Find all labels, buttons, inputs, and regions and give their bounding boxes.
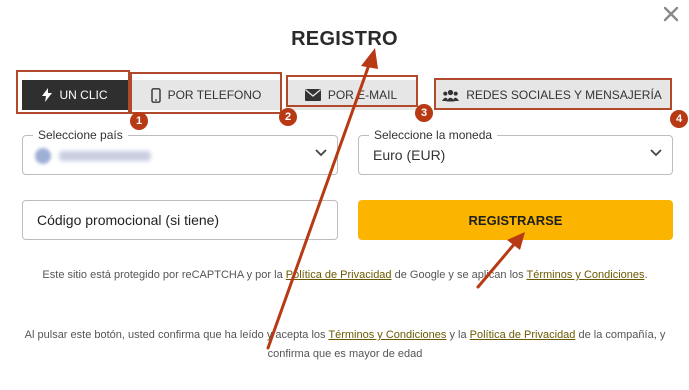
- terms-link[interactable]: Términos y Condiciones: [527, 269, 645, 281]
- notice-text: Al pulsar este botón, usted confirma que…: [24, 329, 326, 341]
- flag-icon: [35, 148, 51, 164]
- bolt-icon: [42, 88, 53, 102]
- currency-label: Seleccione la moneda: [369, 128, 498, 142]
- arrow-head: [361, 48, 378, 69]
- recaptcha-notice: Este sitio está protegido por reCAPTCHA …: [40, 266, 650, 285]
- tab-email[interactable]: POR E-MAIL: [286, 80, 416, 110]
- privacy-link[interactable]: Política de Privacidad: [470, 329, 576, 341]
- terms-link[interactable]: Términos y Condiciones: [328, 329, 446, 341]
- phone-icon: [150, 87, 161, 103]
- close-icon[interactable]: [661, 4, 681, 24]
- chevron-down-icon: [315, 149, 327, 157]
- notice-text: Este sitio está protegido por reCAPTCHA …: [42, 269, 283, 281]
- promo-placeholder: Código promocional (si tiene): [37, 212, 220, 228]
- country-select[interactable]: Seleccione país: [22, 128, 338, 175]
- notice-text: y la: [449, 329, 467, 341]
- privacy-link[interactable]: Política de Privacidad: [286, 269, 392, 281]
- tab-one-click[interactable]: UN CLIC: [22, 80, 128, 110]
- tab-phone[interactable]: POR TELEFONO: [132, 80, 280, 110]
- promo-code-input[interactable]: Código promocional (si tiene): [22, 200, 338, 240]
- currency-value: Euro (EUR): [373, 147, 446, 163]
- notice-text: de Google y se aplican los: [394, 269, 524, 281]
- currency-select[interactable]: Seleccione la moneda Euro (EUR): [358, 128, 673, 175]
- users-icon: [442, 89, 460, 101]
- chevron-down-icon: [650, 149, 662, 157]
- consent-notice: Al pulsar este botón, usted confirma que…: [20, 326, 670, 364]
- tab-label: POR E-MAIL: [327, 88, 398, 102]
- tab-label: UN CLIC: [59, 88, 108, 102]
- country-label: Seleccione país: [33, 128, 128, 142]
- tab-social[interactable]: REDES SOCIALES Y MENSAJERÍA: [434, 80, 670, 110]
- annotation-badge: 4: [670, 110, 688, 128]
- notice-text: .: [644, 269, 648, 281]
- annotation-badge: 2: [279, 108, 297, 126]
- country-value-blurred: [59, 151, 151, 161]
- annotation-badge: 3: [415, 104, 433, 122]
- page-title: REGISTRO: [291, 28, 398, 50]
- tab-label: POR TELEFONO: [167, 88, 262, 102]
- tab-label: REDES SOCIALES Y MENSAJERÍA: [466, 88, 662, 102]
- annotation-badge: 1: [130, 112, 148, 130]
- register-button[interactable]: REGISTRARSE: [358, 200, 673, 240]
- envelope-icon: [304, 89, 321, 101]
